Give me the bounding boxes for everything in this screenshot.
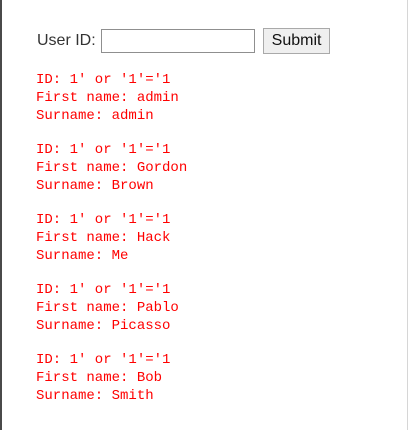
result-id-line: ID: 1' or '1'='1 xyxy=(36,72,171,88)
result-surname: Surname: Brown xyxy=(36,178,154,194)
result-entry: ID: 1' or '1'='1 First name: Bob Surname… xyxy=(36,351,187,405)
result-surname: Surname: admin xyxy=(36,108,154,124)
submit-button[interactable]: Submit xyxy=(262,28,331,54)
user-id-form: User ID: Submit xyxy=(37,28,331,54)
result-first-name: First name: Gordon xyxy=(36,160,188,176)
result-first-name: First name: Bob xyxy=(36,370,163,386)
result-id-line: ID: 1' or '1'='1 xyxy=(36,282,171,298)
result-surname: Surname: Picasso xyxy=(36,318,171,334)
result-id-line: ID: 1' or '1'='1 xyxy=(36,352,171,368)
page: User ID: Submit ID: 1' or '1'='1 First n… xyxy=(0,0,408,430)
result-id-line: ID: 1' or '1'='1 xyxy=(36,212,171,228)
user-id-input[interactable] xyxy=(100,29,255,53)
result-entry: ID: 1' or '1'='1 First name: Hack Surnam… xyxy=(36,211,187,265)
result-entry: ID: 1' or '1'='1 First name: admin Surna… xyxy=(36,71,187,125)
result-entry: ID: 1' or '1'='1 First name: Gordon Surn… xyxy=(36,141,187,195)
result-first-name: First name: admin xyxy=(36,90,179,106)
result-entry: ID: 1' or '1'='1 First name: Pablo Surna… xyxy=(36,281,187,335)
result-first-name: First name: Hack xyxy=(36,230,171,246)
result-first-name: First name: Pablo xyxy=(36,300,179,316)
result-surname: Surname: Smith xyxy=(36,388,154,404)
results-output: ID: 1' or '1'='1 First name: admin Surna… xyxy=(36,71,187,421)
result-surname: Surname: Me xyxy=(36,248,129,264)
result-id-line: ID: 1' or '1'='1 xyxy=(36,142,171,158)
user-id-label: User ID: xyxy=(37,32,96,49)
